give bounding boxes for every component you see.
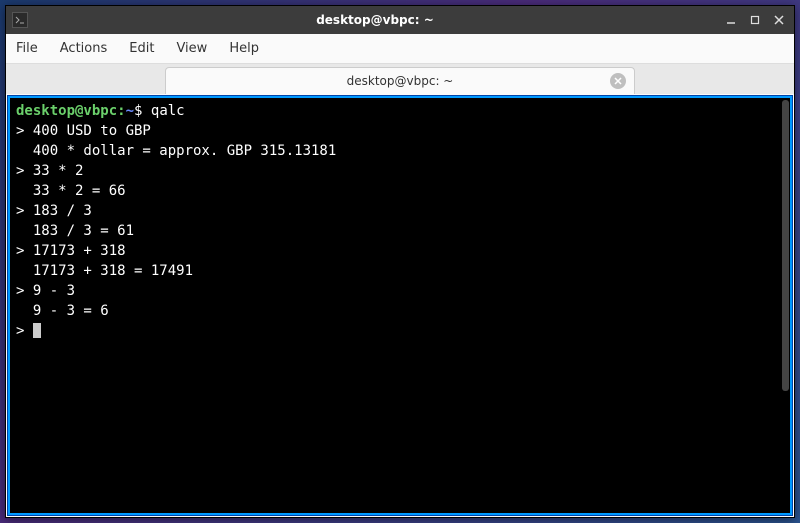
prompt-dollar: $ <box>134 103 151 119</box>
prompt-line: desktop@vbpc:~$ qalc <box>16 101 784 121</box>
terminal-line: 17173 + 318 = 17491 <box>16 261 784 281</box>
tab-close-icon[interactable] <box>610 73 626 89</box>
scrollbar[interactable] <box>780 98 790 513</box>
terminal-line: > 183 / 3 <box>16 201 784 221</box>
terminal-window: desktop@vbpc: ~ File Actions Edit View H… <box>5 5 795 518</box>
app-icon <box>12 12 28 28</box>
terminal[interactable]: desktop@vbpc:~$ qalc > 400 USD to GBP 40… <box>8 96 792 515</box>
tab-label: desktop@vbpc: ~ <box>347 74 454 88</box>
menubar: File Actions Edit View Help <box>6 34 794 64</box>
terminal-line: 400 * dollar = approx. GBP 315.13181 <box>16 141 784 161</box>
menu-file[interactable]: File <box>16 41 38 56</box>
maximize-button[interactable] <box>746 11 764 29</box>
menu-actions[interactable]: Actions <box>60 41 108 56</box>
window-title: desktop@vbpc: ~ <box>34 13 716 27</box>
terminal-line: 9 - 3 = 6 <box>16 301 784 321</box>
menu-edit[interactable]: Edit <box>129 41 154 56</box>
menu-help[interactable]: Help <box>229 41 259 56</box>
tab-active[interactable]: desktop@vbpc: ~ <box>165 67 635 94</box>
prompt-colon: : <box>117 103 125 119</box>
tabbar: desktop@vbpc: ~ <box>6 64 794 94</box>
scrollbar-thumb[interactable] <box>782 100 789 391</box>
terminal-line: > <box>16 321 784 341</box>
prompt-path: ~ <box>126 103 134 119</box>
minimize-button[interactable] <box>722 11 740 29</box>
titlebar[interactable]: desktop@vbpc: ~ <box>6 6 794 34</box>
prompt-command: qalc <box>151 103 185 119</box>
close-button[interactable] <box>770 11 788 29</box>
prompt-user-host: desktop@vbpc <box>16 103 117 119</box>
qalc-prompt: > <box>16 323 33 339</box>
terminal-line: > 33 * 2 <box>16 161 784 181</box>
terminal-line: > 400 USD to GBP <box>16 121 784 141</box>
terminal-container: desktop@vbpc:~$ qalc > 400 USD to GBP 40… <box>6 94 794 517</box>
cursor-icon <box>33 323 41 338</box>
terminal-line: > 17173 + 318 <box>16 241 784 261</box>
terminal-line: > 9 - 3 <box>16 281 784 301</box>
menu-view[interactable]: View <box>176 41 207 56</box>
terminal-line: 33 * 2 = 66 <box>16 181 784 201</box>
terminal-line: 183 / 3 = 61 <box>16 221 784 241</box>
